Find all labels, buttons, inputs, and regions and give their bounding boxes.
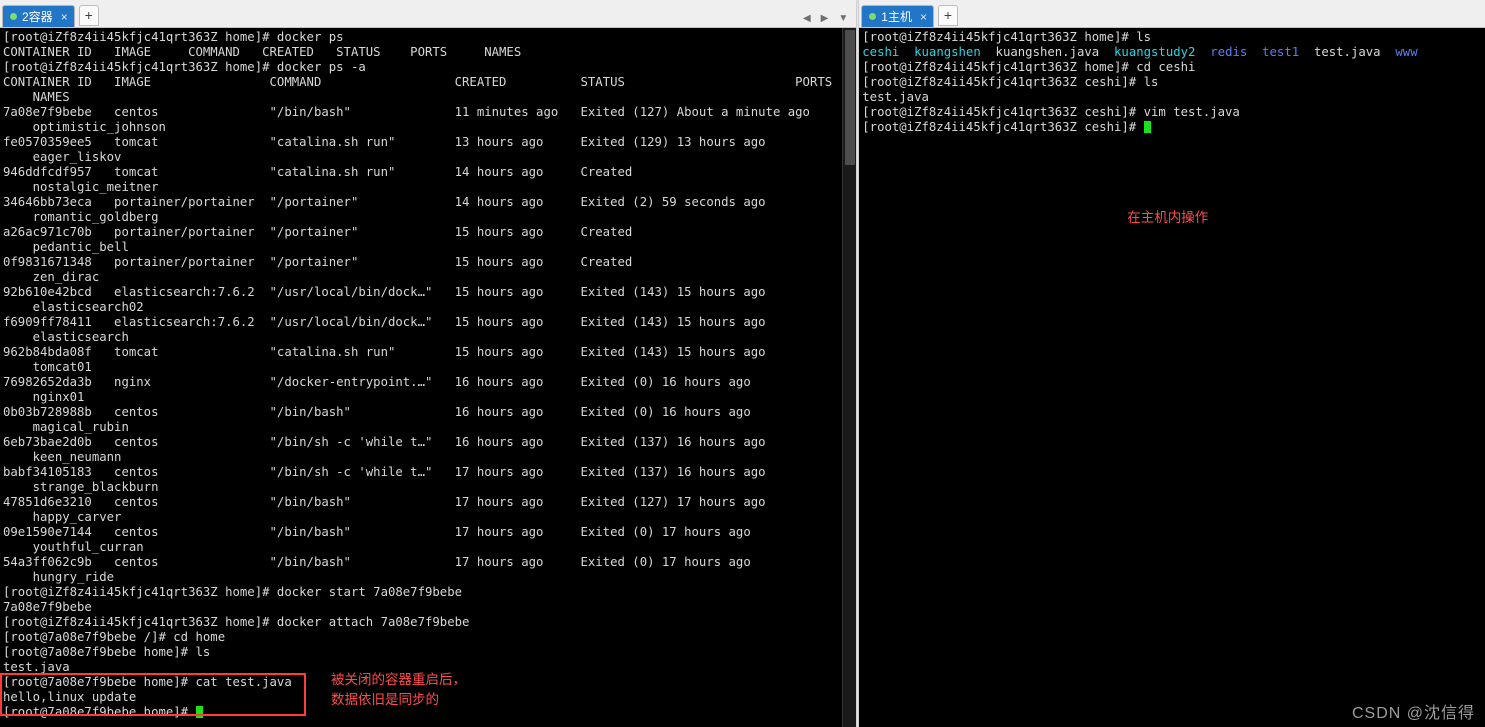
terminal-line: [root@iZf8z4ii45kfjc41qrt363Z ceshi]# ls (862, 75, 1159, 89)
ls-item-dir: test1 (1262, 45, 1300, 59)
terminal-cursor (1143, 121, 1151, 133)
ls-item-dir: redis (1210, 45, 1248, 59)
left-tab-bar: 2容器 × + ◀ ▶ ▼ (0, 0, 857, 28)
ls-item-dir: ceshi (862, 45, 900, 59)
terminal-line: optimistic_johnson (3, 120, 166, 134)
watermark: CSDN @沈信得 (1351, 705, 1475, 722)
terminal-line: 962b84bda08f tomcat "catalina.sh run" 15… (3, 345, 766, 359)
terminal-line: 34646bb73eca portainer/portainer "/porta… (3, 195, 766, 209)
ls-item-dir: kuangstudy2 (1114, 45, 1196, 59)
close-icon[interactable]: × (920, 11, 927, 23)
new-tab-button[interactable]: + (937, 5, 958, 26)
terminal-line: romantic_goldberg (3, 210, 159, 224)
ls-item-dir: www (1395, 45, 1418, 59)
terminal-line: 09e1590e7144 centos "/bin/bash" 17 hours… (3, 525, 751, 539)
terminal-line: CONTAINER ID IMAGE COMMAND CREATED STATU… (3, 75, 833, 89)
terminal-line: tomcat01 (3, 360, 92, 374)
terminal-line: nginx01 (3, 390, 85, 404)
terminal-line: [root@iZf8z4ii45kfjc41qrt363Z ceshi]# (862, 120, 1151, 134)
terminal-line: pedantic_bell (3, 240, 129, 254)
tab-label: 2容器 (22, 10, 53, 24)
terminal-line: 7a08e7f9bebe (3, 600, 92, 614)
terminal-line: magical_rubin (3, 420, 129, 434)
terminal-line: eager_liskov (3, 150, 122, 164)
terminal-line: youthful_curran (3, 540, 144, 554)
terminal-cursor (195, 706, 203, 718)
terminal-line: fe0570359ee5 tomcat "catalina.sh run" 13… (3, 135, 766, 149)
terminal-line: NAMES (3, 90, 70, 104)
tab-status-dot-icon (10, 13, 17, 20)
annotation-right: 在主机内操作 (1127, 210, 1209, 225)
terminal-line: f6909ff78411 elasticsearch:7.6.2 "/usr/l… (3, 315, 766, 329)
terminal-line: [root@7a08e7f9bebe home]# (3, 705, 203, 719)
terminal-line: 6eb73bae2d0b centos "/bin/sh -c 'while t… (3, 435, 766, 449)
terminal-line: 946ddfcdf957 tomcat "catalina.sh run" 14… (3, 165, 633, 179)
terminal-line: 0f9831671348 portainer/portainer "/porta… (3, 255, 633, 269)
tab-container-2[interactable]: 2容器 × (2, 5, 75, 27)
terminal-line: 7a08e7f9bebe centos "/bin/bash" 11 minut… (3, 105, 810, 119)
left-terminal-output: [root@iZf8z4ii45kfjc41qrt363Z home]# doc… (0, 28, 856, 727)
left-terminal-surface[interactable]: [root@iZf8z4ii45kfjc41qrt363Z home]# doc… (0, 28, 857, 727)
terminal-line: strange_blackburn (3, 480, 159, 494)
terminal-line: 92b610e42bcd elasticsearch:7.6.2 "/usr/l… (3, 285, 766, 299)
terminal-line: [root@iZf8z4ii45kfjc41qrt363Z home]# doc… (3, 585, 463, 599)
terminal-line: test.java (3, 660, 70, 674)
terminal-line: 47851d6e3210 centos "/bin/bash" 17 hours… (3, 495, 766, 509)
terminal-line: elasticsearch (3, 330, 129, 344)
terminal-line: hungry_ride (3, 570, 115, 584)
terminal-line-ls: ceshi kuangshen kuangshen.java kuangstud… (862, 45, 1418, 59)
terminal-line: happy_carver (3, 510, 122, 524)
right-terminal-pane: 1主机 × + [root@iZf8z4ii45kfjc41qrt363Z ho… (859, 0, 1485, 727)
tab-status-dot-icon (869, 13, 877, 20)
annotation-left: 被关闭的容器重启后， 数据依旧是同步的 (331, 672, 466, 707)
left-terminal-pane: 2容器 × + ◀ ▶ ▼ [root@iZf8z4ii45kfjc41qrt3… (0, 0, 857, 727)
terminal-line: [root@iZf8z4ii45kfjc41qrt363Z home]# doc… (3, 30, 344, 44)
right-terminal-surface[interactable]: [root@iZf8z4ii45kfjc41qrt363Z home]# ls … (859, 28, 1485, 727)
right-terminal-output: [root@iZf8z4ii45kfjc41qrt363Z home]# ls … (859, 28, 1485, 727)
terminal-line: a26ac971c70b portainer/portainer "/porta… (3, 225, 633, 239)
terminal-line: [root@iZf8z4ii45kfjc41qrt363Z home]# doc… (3, 60, 366, 74)
terminal-line: [root@iZf8z4ii45kfjc41qrt363Z home]# ls (862, 30, 1151, 44)
terminal-line: [root@7a08e7f9bebe /]# cd home (3, 630, 226, 644)
prev-tab-icon[interactable]: ◀ (803, 13, 811, 24)
left-terminal-scrollbar[interactable] (842, 28, 857, 727)
close-icon[interactable]: × (61, 11, 68, 23)
terminal-line: [root@iZf8z4ii45kfjc41qrt363Z home]# cd … (862, 60, 1196, 74)
terminal-line: nostalgic_meitner (3, 180, 159, 194)
terminal-line: 54a3ff062c9b centos "/bin/bash" 17 hours… (3, 555, 751, 569)
tab-host-1[interactable]: 1主机 × (861, 5, 934, 27)
terminal-line: test.java (862, 90, 929, 104)
new-tab-button[interactable]: + (78, 5, 99, 26)
terminal-line: [root@7a08e7f9bebe home]# ls (3, 645, 211, 659)
right-tab-bar: 1主机 × + (859, 0, 1485, 28)
terminal-line: keen_neumann (3, 450, 122, 464)
tab-label: 1主机 (881, 10, 912, 24)
terminal-line: [root@iZf8z4ii45kfjc41qrt363Z ceshi]# vi… (862, 105, 1240, 119)
terminal-line: elasticsearch02 (3, 300, 144, 314)
terminal-line: hello,linux update (3, 690, 137, 704)
terminal-line: babf34105183 centos "/bin/sh -c 'while t… (3, 465, 766, 479)
terminal-line: zen_dirac (3, 270, 100, 284)
scrollbar-thumb[interactable] (845, 30, 856, 165)
ls-item-dir: kuangshen (914, 45, 981, 59)
terminal-line: [root@7a08e7f9bebe home]# cat test.java (3, 675, 292, 689)
next-tab-icon[interactable]: ▶ (821, 13, 829, 24)
terminal-line: 0b03b728988b centos "/bin/bash" 16 hours… (3, 405, 751, 419)
terminal-line: CONTAINER ID IMAGE COMMAND CREATED STATU… (3, 45, 522, 59)
left-tabbar-controls: ◀ ▶ ▼ (803, 13, 856, 27)
terminal-line: 76982652da3b nginx "/docker-entrypoint.…… (3, 375, 751, 389)
terminal-application-window: 2容器 × + ◀ ▶ ▼ [root@iZf8z4ii45kfjc41qrt3… (0, 0, 1485, 727)
terminal-line: [root@iZf8z4ii45kfjc41qrt363Z home]# doc… (3, 615, 470, 629)
tab-list-icon[interactable]: ▼ (838, 13, 848, 24)
